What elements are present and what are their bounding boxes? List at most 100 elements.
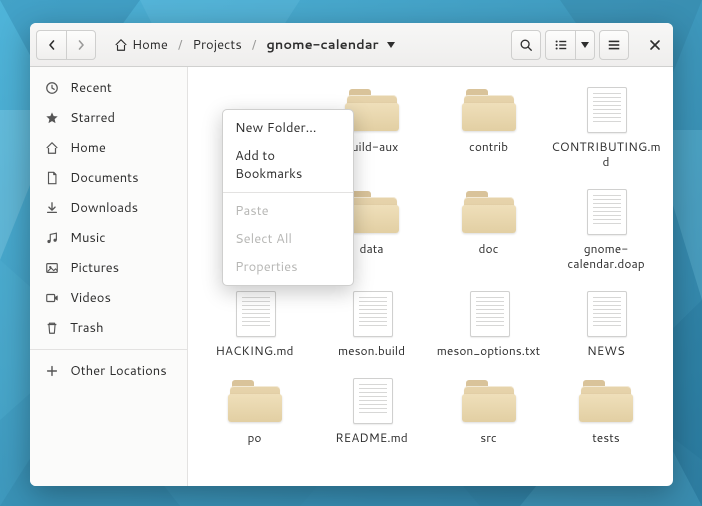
document-icon xyxy=(44,170,60,186)
grid-item[interactable]: meson_options.txt xyxy=(434,289,543,358)
triangle-down-icon xyxy=(387,42,395,48)
sidebar-item-trash[interactable]: Trash xyxy=(30,313,187,343)
sidebar-item-label: Home xyxy=(70,139,106,157)
sidebar-item-label: Music xyxy=(70,229,106,247)
sidebar-item-label: Documents xyxy=(70,169,139,187)
titlebar: Home / Projects / gnome-calendar xyxy=(30,23,673,67)
hamburger-icon xyxy=(607,38,621,52)
back-button[interactable] xyxy=(36,30,66,60)
item-label: NEWS xyxy=(587,343,625,358)
grid-item[interactable]: tests xyxy=(551,376,661,445)
breadcrumb-home-label: Home xyxy=(132,36,168,54)
breadcrumb-current-label: gnome-calendar xyxy=(266,36,378,54)
music-icon xyxy=(44,230,60,246)
sidebar: Recent Starred Home Documents Downloads Music… xyxy=(30,67,188,486)
file-icon xyxy=(460,289,518,337)
grid-item[interactable]: meson.build xyxy=(317,289,426,358)
hamburger-menu-button[interactable] xyxy=(599,30,629,60)
item-label: contrib xyxy=(469,139,508,154)
item-label: po xyxy=(248,430,262,445)
folder-icon xyxy=(460,187,518,235)
grid-item[interactable]: HACKING.md xyxy=(200,289,309,358)
menu-add-bookmarks[interactable]: Add to Bookmarks xyxy=(223,142,353,188)
view-controls xyxy=(545,30,595,60)
videos-icon xyxy=(44,290,60,306)
trash-icon xyxy=(44,320,60,336)
file-icon xyxy=(343,289,401,337)
breadcrumb-projects[interactable]: Projects xyxy=(186,32,247,58)
sidebar-item-label: Other Locations xyxy=(70,362,167,380)
breadcrumb-sep: / xyxy=(250,36,259,54)
sidebar-item-label: Recent xyxy=(70,79,112,97)
view-mode-button[interactable] xyxy=(545,30,575,60)
search-icon xyxy=(519,38,533,52)
file-manager-window: Home / Projects / gnome-calendar xyxy=(30,23,673,486)
breadcrumb-current[interactable]: gnome-calendar xyxy=(260,32,400,58)
search-button[interactable] xyxy=(511,30,541,60)
menu-paste: Paste xyxy=(223,197,353,225)
item-label: src xyxy=(480,430,497,445)
sidebar-item-label: Starred xyxy=(70,109,115,127)
item-label: tests xyxy=(592,430,619,445)
item-label: doc xyxy=(479,241,499,256)
sidebar-separator xyxy=(30,349,187,350)
sidebar-item-recent[interactable]: Recent xyxy=(30,73,187,103)
sidebar-item-documents[interactable]: Documents xyxy=(30,163,187,193)
sidebar-item-downloads[interactable]: Downloads xyxy=(30,193,187,223)
item-label: gnome-calendar.doap xyxy=(551,241,661,271)
view-dropdown-button[interactable] xyxy=(575,30,595,60)
breadcrumb-home[interactable]: Home xyxy=(108,32,174,58)
folder-icon xyxy=(460,376,518,424)
grid-item[interactable]: src xyxy=(434,376,543,445)
grid-item[interactable]: README.md xyxy=(317,376,426,445)
file-icon xyxy=(577,85,635,133)
menu-select-all[interactable]: Select All xyxy=(223,225,353,253)
folder-icon xyxy=(460,85,518,133)
item-label: meson_options.txt xyxy=(437,343,540,358)
grid-item[interactable]: gnome-calendar.doap xyxy=(551,187,661,271)
pictures-icon xyxy=(44,260,60,276)
sidebar-item-pictures[interactable]: Pictures xyxy=(30,253,187,283)
folder-icon xyxy=(577,376,635,424)
chevron-right-icon xyxy=(76,40,86,50)
nav-buttons xyxy=(36,30,96,60)
download-icon xyxy=(44,200,60,216)
grid-item[interactable]: CONTRIBUTING.md xyxy=(551,85,661,169)
grid-item[interactable]: doc xyxy=(434,187,543,271)
grid-item[interactable]: contrib xyxy=(434,85,543,169)
clock-icon xyxy=(44,80,60,96)
sidebar-item-starred[interactable]: Starred xyxy=(30,103,187,133)
item-label: CONTRIBUTING.md xyxy=(551,139,661,169)
sidebar-item-label: Pictures xyxy=(70,259,119,277)
item-label: HACKING.md xyxy=(215,343,293,358)
sidebar-item-label: Downloads xyxy=(70,199,138,217)
star-icon xyxy=(44,110,60,126)
menu-new-folder[interactable]: New Folder… xyxy=(223,114,353,142)
sidebar-item-music[interactable]: Music xyxy=(30,223,187,253)
grid-item[interactable]: NEWS xyxy=(551,289,661,358)
sidebar-item-label: Videos xyxy=(70,289,111,307)
close-window-button[interactable] xyxy=(643,30,667,60)
file-icon xyxy=(343,376,401,424)
breadcrumb-sep: / xyxy=(176,36,185,54)
grid-item[interactable]: po xyxy=(200,376,309,445)
sidebar-item-home[interactable]: Home xyxy=(30,133,187,163)
close-icon xyxy=(649,39,661,51)
item-label: data xyxy=(359,241,383,256)
breadcrumb: Home / Projects / gnome-calendar xyxy=(100,32,507,58)
sidebar-item-videos[interactable]: Videos xyxy=(30,283,187,313)
file-icon xyxy=(577,187,635,235)
menu-properties[interactable]: Properties xyxy=(223,253,353,281)
context-menu: New Folder… Add to Bookmarks Paste Selec… xyxy=(222,109,354,286)
item-label: meson.build xyxy=(338,343,405,358)
home-icon xyxy=(44,140,60,156)
item-label: README.md xyxy=(335,430,407,445)
forward-button[interactable] xyxy=(66,30,96,60)
file-icon xyxy=(226,289,284,337)
menu-separator xyxy=(223,192,353,193)
file-icon xyxy=(577,289,635,337)
list-bullets-icon xyxy=(554,38,568,52)
sidebar-other-locations[interactable]: Other Locations xyxy=(30,356,187,386)
sidebar-item-label: Trash xyxy=(70,319,104,337)
chevron-left-icon xyxy=(47,40,57,50)
